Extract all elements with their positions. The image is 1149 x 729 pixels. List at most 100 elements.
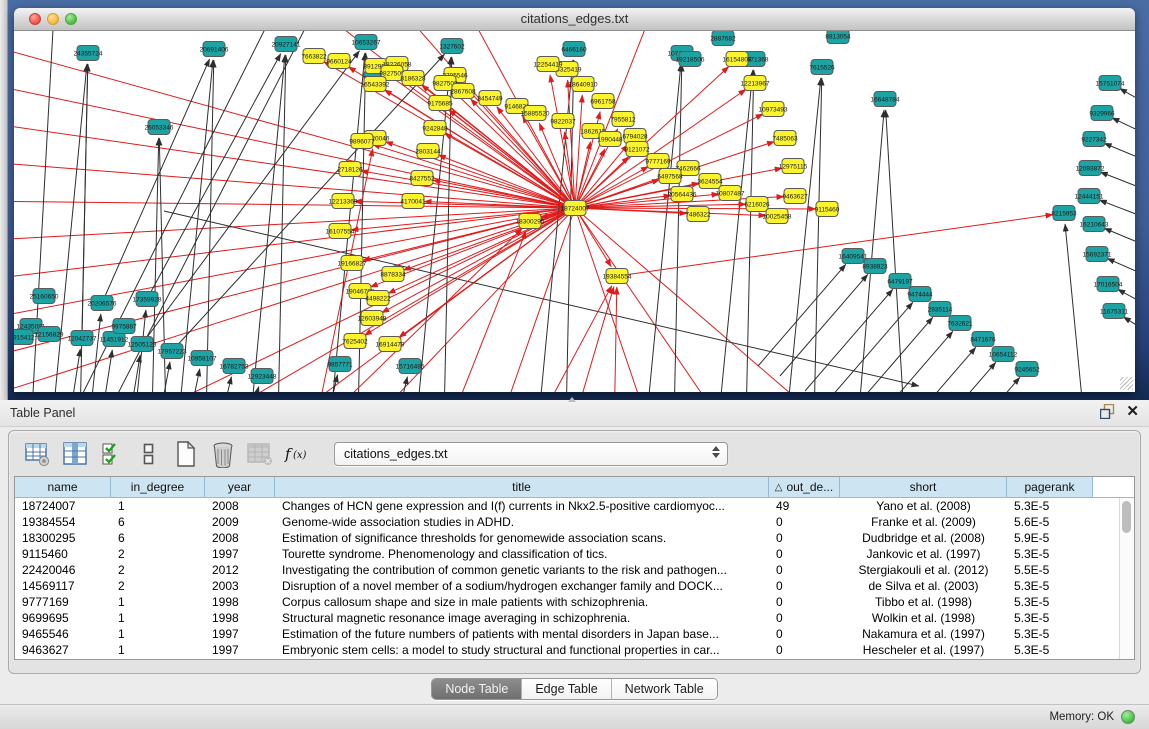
graph-node[interactable]: 8454749 (477, 91, 503, 106)
graph-node[interactable]: 9463627 (782, 189, 808, 204)
table-cell[interactable]: 5.3E-5 (1007, 546, 1093, 562)
graph-node[interactable]: 9245652 (1014, 362, 1040, 377)
table-cell[interactable]: 5.9E-5 (1007, 530, 1093, 546)
table-cell[interactable]: 5.3E-5 (1007, 626, 1093, 642)
table-cell[interactable]: 5.6E-5 (1007, 514, 1093, 530)
graph-node[interactable]: 10958107 (188, 351, 217, 366)
graph-node[interactable]: 9329966 (1089, 106, 1115, 121)
table-row[interactable]: 946362711997Embryonic stem cells: a mode… (15, 642, 1134, 658)
table-cell[interactable]: 2009 (205, 514, 275, 530)
graph-edge[interactable] (746, 70, 754, 392)
graph-edge[interactable] (845, 317, 933, 392)
table-row[interactable]: 1872400712008Changes of HCN gene express… (15, 498, 1134, 514)
table-cell[interactable]: Investigating the contribution of common… (275, 562, 769, 578)
graph-node[interactable]: 16543392 (361, 77, 390, 92)
table-cell[interactable]: 0 (769, 626, 840, 642)
graph-edge[interactable] (250, 387, 259, 392)
graph-node[interactable]: 3624554 (697, 174, 723, 189)
graph-node[interactable]: 6216026 (744, 197, 770, 212)
table-cell[interactable]: Tourette syndrome. Phenomenology and cla… (275, 546, 769, 562)
table-cell[interactable]: 0 (769, 594, 840, 610)
graph-node[interactable]: 12975115 (779, 159, 808, 174)
table-select-dropdown[interactable]: citations_edges.txt (334, 442, 728, 466)
graph-node[interactable]: 7486322 (685, 207, 711, 222)
graph-node[interactable]: 10973493 (759, 102, 788, 117)
graph-node[interactable]: 7615526 (809, 60, 835, 75)
graph-node[interactable]: 9975887 (111, 319, 137, 334)
graph-node[interactable]: 24355724 (74, 46, 103, 61)
graph-edge[interactable] (90, 314, 101, 392)
graph-node[interactable]: 9896077 (349, 134, 375, 149)
window-resize-grip-icon[interactable] (1120, 377, 1133, 390)
graph-node[interactable]: 12093872 (1076, 161, 1105, 176)
table-cell[interactable]: 0 (769, 578, 840, 594)
graph-edge[interactable] (614, 287, 617, 392)
table-cell[interactable]: Yano et al. (2008) (840, 498, 1007, 514)
column-header-pagerank[interactable]: pagerank (1007, 477, 1093, 498)
graph-edge[interactable] (575, 208, 654, 392)
graph-node[interactable]: 19166827 (338, 256, 367, 271)
graph-node[interactable]: 9857771 (327, 357, 353, 372)
table-cell[interactable]: 1 (111, 626, 205, 642)
graph-node[interactable]: 12923448 (248, 369, 277, 384)
table-cell[interactable]: 0 (769, 642, 840, 658)
table-cell[interactable]: 0 (769, 514, 840, 530)
tab-node-table[interactable]: Node Table (432, 679, 521, 699)
graph-node[interactable]: 19218506 (676, 52, 705, 67)
graph-node[interactable]: 16409541 (839, 249, 868, 264)
graph-edge[interactable] (865, 331, 953, 392)
graph-node[interactable]: 4498222 (365, 291, 391, 306)
graph-node[interactable]: 1327602 (439, 39, 465, 54)
table-cell[interactable]: 18724007 (15, 498, 111, 514)
graph-node[interactable]: 20206576 (88, 296, 117, 311)
column-header-short[interactable]: short (840, 477, 1007, 498)
graph-node[interactable]: 4170041 (400, 194, 426, 209)
graph-edge[interactable] (190, 369, 200, 392)
table-cell[interactable]: 9115460 (15, 546, 111, 562)
table-cell[interactable]: 1 (111, 498, 205, 514)
network-window-titlebar[interactable]: citations_edges.txt (14, 8, 1135, 31)
tab-network-table[interactable]: Network Table (611, 679, 717, 699)
table-cell[interactable]: Wolkin et al. (1998) (840, 610, 1007, 626)
table-cell[interactable]: 6 (111, 530, 205, 546)
graph-node[interactable]: 16210643 (1080, 217, 1109, 232)
graph-node[interactable]: 20691406 (200, 42, 229, 57)
graph-node[interactable]: 17957223 (158, 344, 187, 359)
window-close-button[interactable] (29, 13, 41, 25)
table-cell[interactable]: 18300295 (15, 530, 111, 546)
graph-edge[interactable] (908, 362, 996, 392)
table-cell[interactable]: Estimation of significance thresholds fo… (275, 530, 769, 546)
table-cell[interactable]: 14569117 (15, 578, 111, 594)
graph-node[interactable]: 7625402 (342, 334, 368, 349)
graph-node[interactable]: 12603948 (358, 311, 387, 326)
graph-edge[interactable] (1107, 258, 1135, 279)
graph-node[interactable]: 8186328 (400, 71, 426, 86)
graph-node[interactable]: 2867608 (450, 84, 476, 99)
table-cell[interactable]: 6 (111, 514, 205, 530)
network-graph-svg[interactable]: 2435572420691406209271411065326713276026… (14, 31, 1135, 392)
window-minimize-button[interactable] (47, 13, 59, 25)
graph-node[interactable]: 6466160 (561, 42, 587, 57)
graph-edge[interactable] (14, 121, 575, 208)
table-cell[interactable]: Jankovic et al. (1997) (840, 546, 1007, 562)
graph-edge[interactable] (363, 208, 575, 260)
graph-edge[interactable] (1123, 317, 1135, 336)
graph-node[interactable]: 12444151 (1075, 189, 1104, 204)
graph-node[interactable]: 9175685 (427, 96, 453, 111)
graph-node[interactable]: 26053346 (145, 120, 174, 135)
graph-edge[interactable] (14, 41, 575, 208)
table-cell[interactable]: 1997 (205, 546, 275, 562)
table-cell[interactable]: Tibbo et al. (1998) (840, 594, 1007, 610)
graph-node[interactable]: 9115460 (815, 202, 840, 217)
table-cell[interactable]: 9699695 (15, 610, 111, 626)
table-cell[interactable]: 1997 (205, 642, 275, 658)
graph-node[interactable]: 18300295 (516, 214, 545, 229)
graph-node[interactable]: 20564436 (668, 187, 697, 202)
table-cell[interactable]: 9465546 (15, 626, 111, 642)
graph-node[interactable]: 8427552 (409, 171, 435, 186)
graph-node[interactable]: 11675311 (1100, 304, 1128, 319)
graph-node[interactable]: 10807487 (716, 186, 745, 201)
table-cell[interactable]: Franke et al. (2009) (840, 514, 1007, 530)
table-row[interactable]: 2242004622012Investigating the contribut… (15, 562, 1134, 578)
graph-edge[interactable] (1120, 88, 1135, 108)
